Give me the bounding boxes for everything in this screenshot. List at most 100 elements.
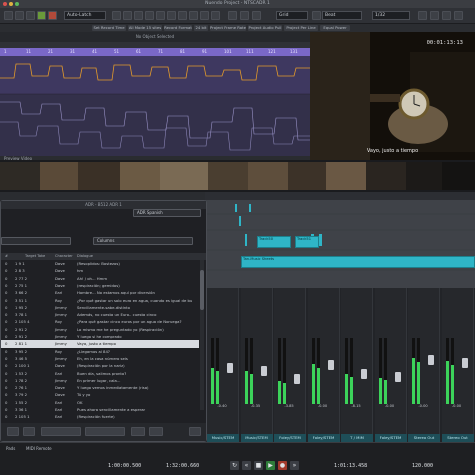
adr-row[interactable]: 0 3 66 2 Earl Hombre... No estamos aquí por… xyxy=(1,289,199,296)
adr-row[interactable]: 0 2 91 2 Jimmy Y luego si he comprado xyxy=(1,333,199,340)
cycle-icon[interactable]: ↻ xyxy=(230,461,239,470)
draw-tool-icon[interactable] xyxy=(189,11,198,20)
info-item[interactable]: Project Frame Rate xyxy=(210,25,246,31)
object-select-tool-icon[interactable] xyxy=(112,11,121,20)
record-take-button[interactable] xyxy=(7,427,19,436)
volume-readout[interactable]: -0.00 xyxy=(408,404,438,408)
layout-right-icon[interactable] xyxy=(442,11,451,20)
channel-name[interactable]: Stereo Out xyxy=(441,434,474,442)
channel-name[interactable]: Music/STEM xyxy=(207,434,239,442)
info-item[interactable]: All Mode 15 sites xyxy=(128,25,162,31)
info-item[interactable]: Equal Power xyxy=(320,25,350,31)
channel-name[interactable]: Foley/STEM xyxy=(374,434,407,442)
position-display[interactable]: 1:01:13.458 xyxy=(334,463,367,469)
audio-clip[interactable]: Tan-Music Sheets xyxy=(241,256,475,268)
automation-lanes[interactable] xyxy=(0,56,310,156)
read-automation-button[interactable] xyxy=(37,11,46,20)
write-automation-button[interactable] xyxy=(48,11,57,20)
zoom-tool-icon[interactable] xyxy=(167,11,176,20)
left-locator[interactable]: 1:00:00.500 xyxy=(108,463,141,469)
info-item[interactable]: 24 bit xyxy=(194,25,208,31)
adr-row[interactable]: 0 2 76 1 Dave Y luego vemos inmediatamente … xyxy=(1,384,199,391)
timeline-ruler[interactable]: 1 11 21 31 41 51 61 71 81 91 101 111 121… xyxy=(0,48,310,56)
inspector-icon[interactable] xyxy=(15,11,24,20)
video-player[interactable]: 00:01:13:13 Vayo, justo a tiempo xyxy=(310,32,475,160)
play-take-button[interactable] xyxy=(23,427,35,436)
scroll-thumb[interactable] xyxy=(200,270,204,310)
channel-name[interactable]: T / MIM xyxy=(341,434,373,442)
grid-type-select[interactable]: Grid xyxy=(276,11,308,20)
volume-fader[interactable] xyxy=(227,363,233,374)
adr-row[interactable]: 0 1 95 2 Jimmy Sencillamente-sabe-distinto xyxy=(1,304,199,311)
col-header[interactable]: # xyxy=(5,254,8,258)
volume-fader[interactable] xyxy=(394,371,401,382)
mute-tool-icon[interactable] xyxy=(178,11,187,20)
info-item[interactable]: Project Audio Pull xyxy=(248,25,282,31)
glue-tool-icon[interactable] xyxy=(145,11,154,20)
volume-fader[interactable] xyxy=(428,354,434,365)
settings-icon[interactable] xyxy=(131,427,145,436)
forward-icon[interactable]: » xyxy=(290,461,299,470)
range-tool-icon[interactable] xyxy=(123,11,132,20)
audio-tracks[interactable]: Track50 Track51 Tan-Music Sheets xyxy=(205,200,475,288)
audio-clip[interactable]: Track50 xyxy=(257,236,291,248)
color-tool-icon[interactable] xyxy=(228,11,237,20)
volume-fader[interactable] xyxy=(294,374,300,385)
automation-mode-select[interactable]: Auto-Latch xyxy=(64,11,106,20)
volume-readout[interactable]: -8.15 xyxy=(341,404,371,408)
adr-row[interactable]: 0 2 105 4 Roy ¿Para qué gastar cinco euros … xyxy=(1,318,199,325)
info-item[interactable]: Record Format xyxy=(164,25,192,31)
col-header[interactable]: Target Take xyxy=(25,254,45,258)
close-window-icon[interactable] xyxy=(3,2,7,6)
channel-name[interactable]: Music/STEM xyxy=(240,434,273,442)
adr-row[interactable]: 0 3 51 1 Roy ¿Por qué gastar un solo euro e… xyxy=(1,297,199,304)
channel-name[interactable]: Stereo Out xyxy=(408,434,440,442)
snap-icon[interactable] xyxy=(252,11,261,20)
constrain-icon[interactable] xyxy=(26,11,35,20)
channel-name[interactable]: Foley/STEM xyxy=(274,434,306,442)
right-locator[interactable]: 1:32:00.660 xyxy=(166,463,199,469)
layout-left-icon[interactable] xyxy=(418,11,427,20)
volume-readout[interactable]: -0.00 xyxy=(442,404,472,408)
maximize-window-icon[interactable] xyxy=(15,2,19,6)
adr-row[interactable]: 0 3 78 1 Jimmy Además, no cuesta un Euro.. … xyxy=(1,311,199,318)
adr-row[interactable]: 0 2 100 1 Dave (Respiración por la nariz) xyxy=(1,362,199,369)
review-button[interactable] xyxy=(85,427,125,436)
adr-row[interactable]: 0 1 55 2 Earl OK xyxy=(1,399,199,406)
stop-icon[interactable]: ■ xyxy=(254,461,263,470)
adr-row[interactable]: 0 1 53 2 Earl Buen día, salimos pronto? xyxy=(1,370,199,377)
tempo-display[interactable]: 120.000 xyxy=(412,463,433,469)
layout-zone-icon[interactable] xyxy=(454,11,463,20)
info-item[interactable]: Project Per Line xyxy=(284,25,318,31)
video-thumbnail-track[interactable] xyxy=(0,160,475,192)
adr-filter-select[interactable] xyxy=(1,237,71,245)
gear-icon[interactable] xyxy=(189,427,201,436)
adr-row[interactable]: 0 2 105 1 Earl (Respiración fuerte) xyxy=(1,413,199,420)
volume-fader[interactable] xyxy=(327,360,334,371)
volume-readout[interactable]: -0.00 xyxy=(375,404,405,408)
adr-row[interactable]: 0 3 36 1 Earl Pues ahora sencillamente a es… xyxy=(1,406,199,413)
expand-icon[interactable] xyxy=(149,427,163,436)
volume-fader[interactable] xyxy=(461,357,468,368)
volume-readout[interactable]: -0.00 xyxy=(308,404,338,408)
quantize-value-select[interactable]: 1/32 xyxy=(372,11,410,20)
col-header[interactable]: Dialogue xyxy=(77,254,93,258)
minimize-window-icon[interactable] xyxy=(9,2,13,6)
layout-bottom-icon[interactable] xyxy=(430,11,439,20)
col-header[interactable]: Character xyxy=(55,254,73,258)
quantize-select[interactable]: Beat xyxy=(322,11,362,20)
adr-row[interactable]: 0 3 46 5 Jimmy Eh, en la casa número seis xyxy=(1,355,199,362)
adr-row[interactable]: 0 3 95 2 Roy ¿Llegamos al 84? xyxy=(1,348,199,355)
adr-row[interactable]: 0 2 81 1 Jimmy Vaya, justo a tiempo xyxy=(1,340,199,348)
tab-midi-remote[interactable]: MIDI Remote xyxy=(26,446,52,451)
volume-fader[interactable] xyxy=(361,368,367,379)
erase-tool-icon[interactable] xyxy=(156,11,165,20)
info-item[interactable]: Set Record Time xyxy=(92,25,126,31)
adr-row[interactable]: 0 2 75 1 Dave (respiración; gemidos) xyxy=(1,282,199,289)
volume-readout[interactable]: -0.40 xyxy=(207,404,237,408)
volume-readout[interactable]: -0.35 xyxy=(241,404,271,408)
adr-row[interactable]: 0 2 91 2 Jimmy Lo mismo me he preguntado yo… xyxy=(1,326,199,333)
adr-row[interactable]: 0 2 77 2 Dave Ah! / oh... Hmm xyxy=(1,275,199,282)
rewind-icon[interactable]: « xyxy=(242,461,251,470)
adr-language-select[interactable]: ADR Spanish xyxy=(133,209,201,217)
